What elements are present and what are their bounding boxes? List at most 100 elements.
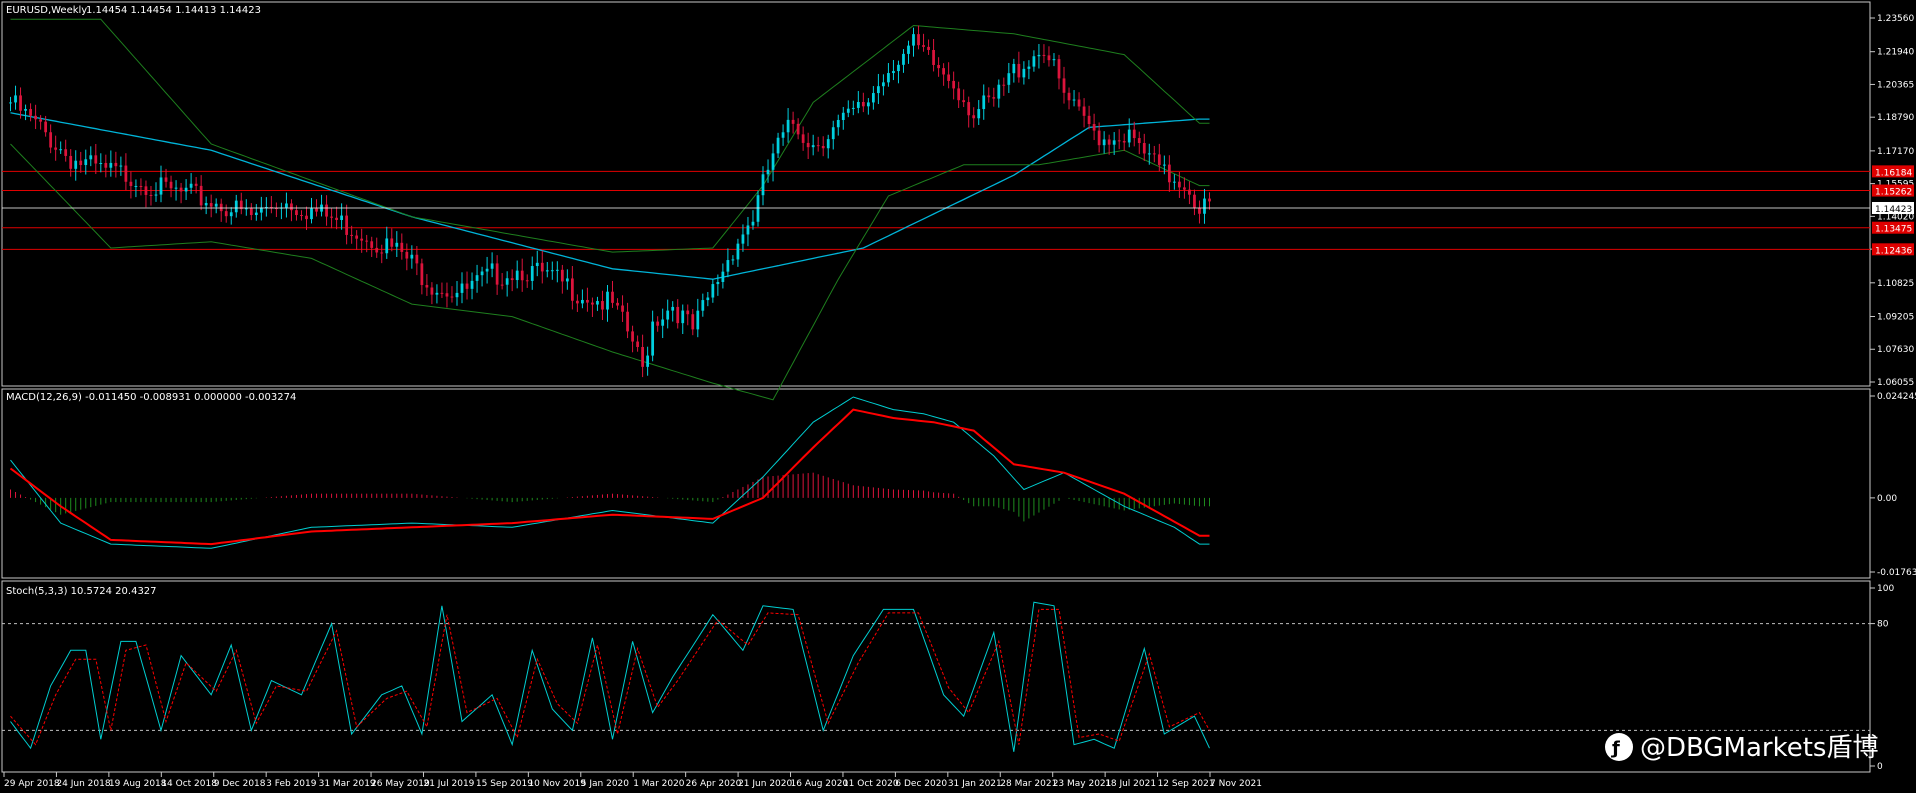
- candle-body: [134, 185, 138, 187]
- candle-body: [565, 278, 569, 282]
- candle-body: [882, 82, 885, 87]
- candle-body: [741, 234, 745, 244]
- candle-body: [892, 71, 895, 74]
- candle-body: [927, 46, 930, 50]
- candle-body: [395, 242, 399, 247]
- candle-body: [530, 266, 534, 281]
- candle-body: [1072, 99, 1076, 101]
- candle-body: [19, 95, 22, 111]
- candle-body: [455, 292, 459, 298]
- candle-body: [606, 291, 609, 310]
- candle-body: [681, 310, 685, 324]
- candle-body: [796, 123, 800, 135]
- candle-body: [124, 165, 128, 182]
- level-price-label: 1.16184: [1875, 168, 1912, 178]
- candle-body: [841, 112, 845, 120]
- candle-body: [1022, 68, 1026, 78]
- candle-body: [671, 306, 675, 311]
- candle-body: [1042, 54, 1046, 56]
- time-tick-label: 1 Mar 2020: [633, 779, 685, 789]
- weibo-logo-glyph: ƒ: [1610, 738, 1620, 759]
- candle-body: [139, 185, 143, 187]
- candle-body: [430, 287, 434, 295]
- candle-body: [89, 155, 93, 160]
- candle-body: [325, 204, 328, 217]
- candle-body: [490, 263, 494, 269]
- macd-panel-title: MACD(12,26,9) -0.011450 -0.008931 0.0000…: [6, 392, 296, 403]
- price-panel-title: EURUSD,Weekly: [6, 5, 87, 16]
- candle-body: [877, 86, 880, 94]
- candle-body: [851, 107, 855, 109]
- time-tick-label: 21 Jun 2020: [738, 779, 792, 789]
- ohlc-readout: 1.14454 1.14454 1.14413 1.14423: [86, 5, 261, 16]
- candle-body: [1082, 106, 1086, 116]
- candle-body: [109, 162, 113, 168]
- macd-tick-label: -0.017639: [1877, 568, 1916, 578]
- candle-body: [234, 200, 238, 213]
- price-tick-label: 1.20365: [1877, 80, 1914, 90]
- candle-body: [550, 270, 554, 272]
- candle-body: [776, 137, 780, 154]
- candle-body: [856, 101, 860, 108]
- candle-body: [410, 254, 414, 259]
- candle-body: [861, 101, 865, 107]
- time-tick-label: 26 Apr 2020: [686, 779, 742, 789]
- candle-body: [330, 216, 333, 218]
- candle-body: [751, 221, 755, 226]
- candle-body: [691, 314, 695, 330]
- price-tick-label: 1.09205: [1877, 312, 1914, 322]
- candle-body: [465, 283, 469, 289]
- candle-body: [942, 68, 945, 75]
- candle-body: [515, 270, 519, 281]
- candle-body: [390, 238, 394, 247]
- candle-body: [49, 132, 53, 148]
- candle-body: [1107, 139, 1111, 145]
- candle-body: [370, 241, 374, 248]
- stoch-tick-label: 100: [1877, 584, 1894, 594]
- candle-body: [811, 145, 815, 148]
- candle-body: [1052, 59, 1056, 61]
- candle-body: [199, 185, 203, 206]
- time-tick-label: 12 Sep 2021: [1158, 779, 1215, 789]
- candle-body: [651, 321, 655, 356]
- candle-body: [952, 80, 956, 89]
- candle-body: [987, 95, 991, 98]
- candle-body: [756, 195, 760, 222]
- candle-body: [1002, 84, 1006, 86]
- candle-body: [555, 269, 559, 271]
- candle-body: [1032, 56, 1036, 67]
- time-tick-label: 31 Jan 2021: [948, 779, 1002, 789]
- candle-body: [666, 310, 670, 320]
- candle-body: [104, 163, 108, 168]
- candle-body: [1012, 63, 1016, 74]
- candle-body: [601, 301, 604, 310]
- candle-body: [229, 212, 233, 217]
- candle-body: [149, 194, 153, 196]
- time-tick-label: 21 Jul 2019: [423, 779, 474, 789]
- time-tick-label: 15 Sep 2019: [476, 779, 533, 789]
- time-tick-label: 7 Nov 2021: [1210, 779, 1262, 789]
- candle-body: [129, 181, 133, 186]
- price-tick-label: 1.23560: [1877, 14, 1914, 24]
- candle-body: [922, 45, 925, 47]
- candle-body: [480, 271, 484, 276]
- candle-body: [545, 270, 549, 272]
- candle-body: [1178, 181, 1181, 188]
- candle-body: [591, 302, 594, 305]
- candle-body: [1117, 140, 1121, 142]
- candle-body: [1137, 138, 1141, 144]
- candle-body: [254, 212, 258, 216]
- candle-body: [1167, 164, 1171, 183]
- candle-body: [576, 300, 579, 304]
- candle-body: [249, 208, 253, 216]
- candle-body: [982, 95, 986, 110]
- candle-body: [290, 203, 293, 211]
- candle-body: [460, 283, 464, 293]
- candle-body: [1102, 139, 1106, 146]
- candle-body: [39, 119, 42, 122]
- candle-body: [295, 210, 298, 216]
- candle-body: [736, 243, 740, 260]
- candle-body: [69, 155, 73, 169]
- time-tick-label: 26 May 2019: [371, 779, 430, 789]
- candle-body: [646, 355, 650, 367]
